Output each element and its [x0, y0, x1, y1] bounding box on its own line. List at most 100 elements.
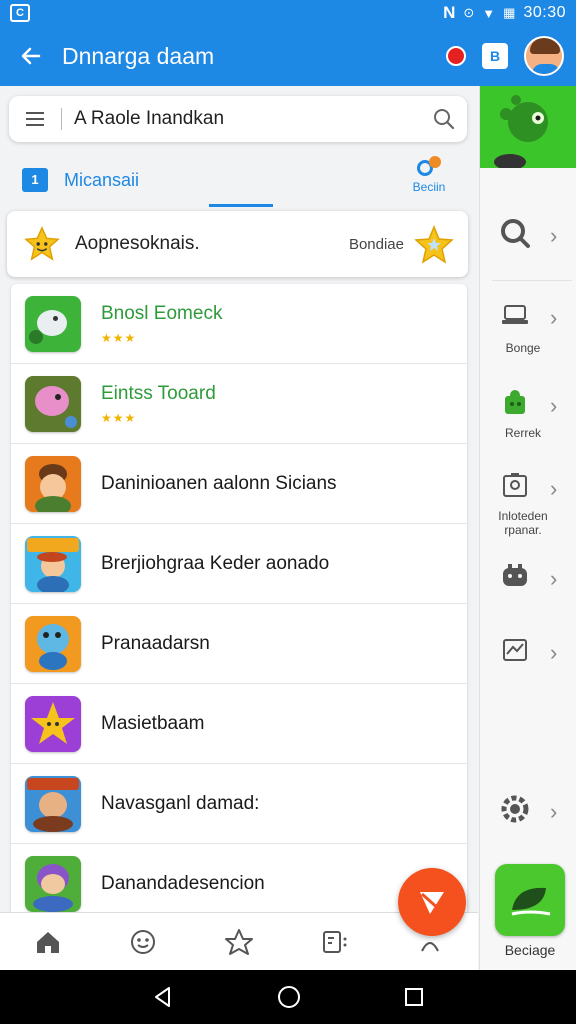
square-action-button[interactable]: B	[482, 43, 508, 69]
chevron-right-icon: ›	[550, 798, 558, 824]
featured-title: Aopnesoknais.	[75, 233, 200, 254]
list-item[interactable]: Pranaadarsn	[11, 604, 467, 684]
status-bar: C N ⊙ ▼ ▦ 30:30	[0, 0, 576, 26]
search-bar[interactable]: A Raole Inandkan	[9, 96, 467, 142]
home-icon	[36, 931, 59, 953]
chevron-right-icon: ›	[550, 639, 558, 665]
hamburger-menu-icon[interactable]	[9, 112, 61, 126]
list-item-title: Eintss Tooard	[101, 382, 216, 404]
system-navigation-bar	[0, 970, 576, 1024]
nav-home[interactable]	[0, 913, 96, 970]
bottom-app-icon[interactable]	[495, 864, 565, 936]
status-time: 30:30	[523, 4, 566, 21]
floating-action-button[interactable]	[398, 868, 466, 936]
back-button[interactable]	[0, 26, 62, 86]
list-item-title: Danandadesencion	[101, 872, 265, 894]
right-panel-item[interactable]: ›	[480, 472, 576, 505]
avatar[interactable]	[524, 36, 564, 76]
recents-square-icon[interactable]	[403, 986, 425, 1008]
app-thumbnail	[25, 295, 81, 352]
chevron-right-icon: ›	[550, 475, 558, 501]
chevron-right-icon: ›	[550, 304, 558, 330]
notification-dot[interactable]	[446, 46, 466, 66]
right-side-panel: › › Bonge › Rerrek › Inloteden rpanar. ›…	[479, 86, 576, 970]
right-panel-item[interactable]: ›	[480, 636, 576, 669]
back-triangle-icon[interactable]	[151, 985, 175, 1009]
list-item-title: Pranaadarsn	[101, 632, 210, 654]
record-icon	[417, 156, 441, 178]
phone-screen: C N ⊙ ▼ ▦ 30:30 Dnnarga daam B A Raole I…	[0, 0, 576, 1024]
search-input[interactable]: A Raole Inandkan	[74, 108, 421, 130]
nav-games[interactable]	[96, 913, 192, 970]
smiley-icon	[131, 929, 156, 954]
right-panel-item[interactable]: ›	[480, 792, 576, 831]
list-item-title: Bnosl Eomeck	[101, 302, 223, 324]
featured-card[interactable]: Aopnesoknais. Bondiae	[7, 211, 468, 277]
list-item-title: Brerjiohgraa Keder aonado	[101, 552, 330, 574]
star-icon[interactable]	[414, 224, 454, 264]
leaf-icon	[511, 887, 551, 916]
signal-icon: ▦	[503, 5, 516, 20]
section-right-button[interactable]: Beciin	[408, 156, 450, 194]
right-panel-label: Inloteden rpanar.	[498, 509, 548, 537]
bottom-app-label: Beciage	[504, 942, 556, 958]
promo-banner[interactable]	[480, 86, 576, 168]
app-thumbnail	[25, 455, 81, 512]
search-icon[interactable]	[421, 108, 467, 130]
settings-icon	[501, 795, 529, 823]
controller-icon	[503, 564, 527, 586]
right-panel-item[interactable]: ›	[480, 562, 576, 595]
app-thumbnail	[25, 695, 81, 752]
list-item[interactable]: Masietbaam	[11, 684, 467, 764]
rating-stars: ★★★	[101, 330, 137, 345]
app-bar: Dnnarga daam B	[0, 26, 576, 86]
creature-illustration	[494, 95, 548, 168]
puzzle-icon	[505, 390, 525, 414]
app-thumbnail	[25, 775, 81, 832]
home-circle-icon[interactable]	[276, 984, 302, 1010]
laptop-icon	[502, 305, 528, 324]
list-item[interactable]: Navasganl damad:	[11, 764, 467, 844]
tab-indicator	[209, 204, 273, 207]
right-panel-label: Bonge	[505, 341, 541, 355]
wifi-icon: ▼	[482, 5, 496, 21]
section-badge-icon: 1	[22, 168, 48, 192]
right-panel-item[interactable]: ›	[480, 216, 576, 255]
section-label[interactable]: Micansaii	[64, 170, 139, 191]
app-thumbnail	[25, 535, 81, 592]
app-list: Bnosl Eomeck ★★★ Eintss Tooard ★★★ Danin…	[11, 284, 467, 924]
right-panel-item[interactable]: ›	[480, 388, 576, 423]
list-item-title: Masietbaam	[101, 712, 205, 734]
app-notification-icon: C	[10, 4, 30, 22]
list-item-title: Daninioanen aalonn Sicians	[101, 472, 337, 494]
list-item-title: Navasganl damad:	[101, 792, 260, 814]
image-icon	[503, 473, 527, 497]
main-content: A Raole Inandkan 1 Micansaii Beciin Aopn…	[0, 86, 478, 970]
section-right-label: Beciin	[412, 180, 446, 194]
notification-n-icon: N	[443, 3, 456, 22]
page-title: Dnnarga daam	[62, 42, 215, 69]
right-panel-item[interactable]: ›	[480, 302, 576, 333]
app-thumbnail	[25, 375, 81, 432]
smiley-star-icon	[24, 226, 60, 261]
list-item[interactable]: Brerjiohgraa Keder aonado	[11, 524, 467, 604]
star-outline-icon	[224, 928, 253, 955]
search-icon	[501, 219, 530, 248]
chevron-right-icon: ›	[550, 222, 558, 248]
featured-subtitle: Bondiae	[348, 235, 404, 253]
nav-favorites[interactable]	[191, 913, 287, 970]
list-item[interactable]: Bnosl Eomeck ★★★	[11, 284, 467, 364]
arrow-left-icon	[21, 47, 41, 65]
rating-stars: ★★★	[101, 410, 137, 425]
document-icon	[322, 930, 347, 953]
nav-library[interactable]	[287, 913, 383, 970]
right-panel-label: Rerrek	[504, 426, 541, 440]
list-item[interactable]: Eintss Tooard ★★★	[11, 364, 467, 444]
app-thumbnail	[25, 855, 81, 912]
sync-icon: ⊙	[463, 5, 475, 20]
list-item[interactable]: Daninioanen aalonn Sicians	[11, 444, 467, 524]
send-icon	[420, 892, 444, 914]
app-thumbnail	[25, 615, 81, 672]
chevron-right-icon: ›	[550, 565, 558, 591]
chart-icon	[503, 639, 527, 661]
